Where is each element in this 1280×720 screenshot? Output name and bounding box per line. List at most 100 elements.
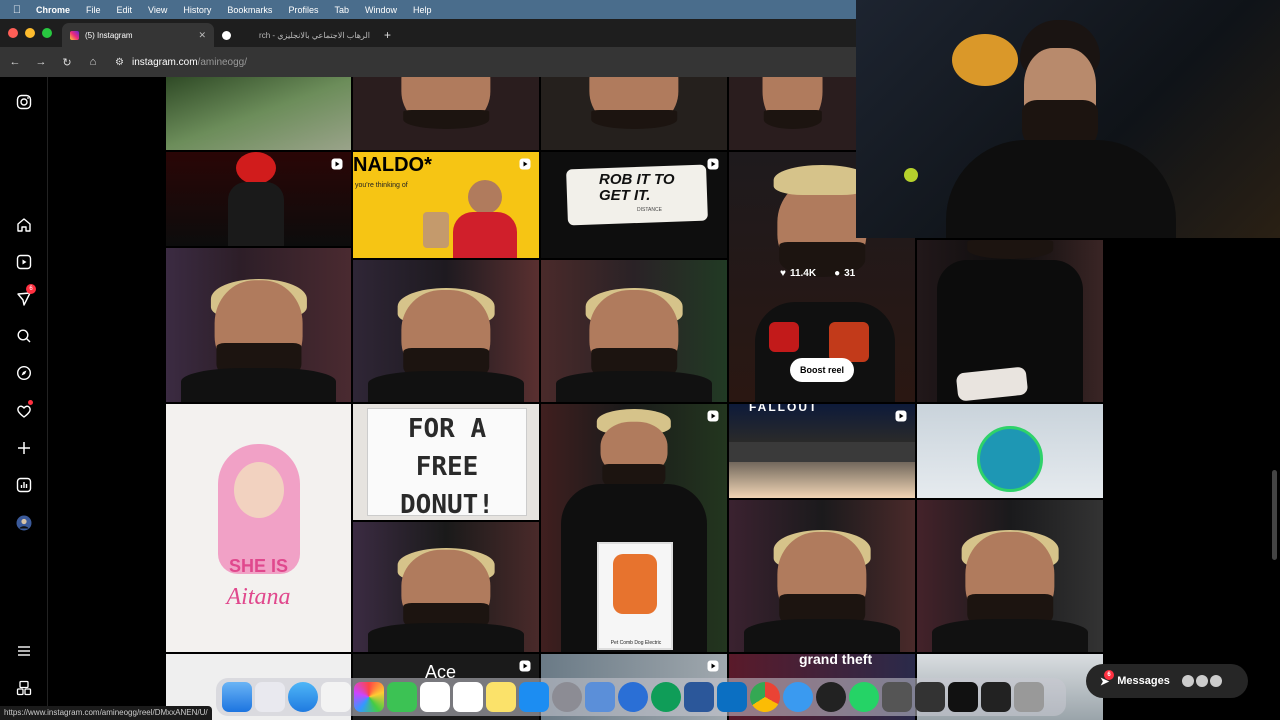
word-app-icon[interactable] bbox=[684, 682, 714, 712]
preview-app-icon[interactable] bbox=[585, 682, 615, 712]
chatgpt-app-icon[interactable] bbox=[651, 682, 681, 712]
new-tab-icon[interactable]: + bbox=[378, 28, 399, 47]
reel-thumbnail[interactable] bbox=[917, 404, 1103, 498]
reel-thumbnail[interactable]: NALDO* you're thinking of bbox=[353, 152, 539, 258]
facetime-app-icon[interactable] bbox=[387, 682, 417, 712]
window-thumbnail-icon[interactable] bbox=[948, 682, 978, 712]
window-thumbnail-icon[interactable] bbox=[981, 682, 1011, 712]
macos-menu-bar:  Chrome File Edit View History Bookmark… bbox=[0, 0, 856, 19]
page-scrollbar[interactable] bbox=[1272, 470, 1277, 560]
menu-profiles[interactable]: Profiles bbox=[280, 5, 326, 15]
reel-thumbnail[interactable]: FALLOUT bbox=[729, 404, 915, 498]
menu-history[interactable]: History bbox=[175, 5, 219, 15]
apple-icon[interactable]:  bbox=[6, 4, 28, 16]
url-field[interactable]: ⚙ instagram.com/amineogg/ bbox=[115, 57, 247, 68]
window-controls bbox=[0, 28, 62, 47]
reel-thumbnail[interactable] bbox=[353, 77, 539, 150]
reel-thumbnail[interactable] bbox=[166, 77, 351, 150]
reel-thumbnail[interactable] bbox=[729, 77, 856, 150]
instagram-sidebar: 6 bbox=[0, 77, 48, 720]
reel-thumbnail[interactable] bbox=[729, 500, 915, 652]
reels-nav-icon[interactable] bbox=[16, 254, 32, 270]
minimize-window-button[interactable] bbox=[25, 28, 35, 38]
message-avatars bbox=[1181, 675, 1222, 687]
home-nav-icon[interactable] bbox=[16, 217, 32, 233]
pet-comb-caption: Pet Comb Dog Electric bbox=[610, 640, 662, 646]
photos-app-icon[interactable] bbox=[354, 682, 384, 712]
reel-thumbnail[interactable]: SHE IS Aitana bbox=[166, 404, 351, 652]
search-icon[interactable] bbox=[16, 328, 32, 344]
close-window-button[interactable] bbox=[8, 28, 18, 38]
reel-thumbnail[interactable] bbox=[917, 240, 1103, 402]
reel-thumbnail[interactable] bbox=[353, 260, 539, 402]
menu-app-name[interactable]: Chrome bbox=[28, 5, 78, 15]
menu-help[interactable]: Help bbox=[405, 5, 440, 15]
free-donut-text: FOR A FREE DONUT! bbox=[400, 414, 494, 520]
reel-hover-stats: ♥ 11.4K ● 31 bbox=[780, 268, 855, 279]
insights-chart-icon[interactable] bbox=[16, 477, 32, 493]
reel-thumbnail[interactable]: FOR A FREE DONUT! bbox=[353, 404, 539, 520]
reel-thumbnail[interactable]: Pet Comb Dog Electric bbox=[541, 404, 727, 652]
tab-instagram[interactable]: (5) Instagram ✕ bbox=[62, 23, 214, 47]
menu-file[interactable]: File bbox=[78, 5, 109, 15]
zoom-window-button[interactable] bbox=[42, 28, 52, 38]
reel-thumbnail[interactable] bbox=[541, 260, 727, 402]
system-settings-app-icon[interactable] bbox=[552, 682, 582, 712]
boost-reel-button[interactable]: Boost reel bbox=[790, 358, 854, 382]
threads-icon[interactable] bbox=[16, 680, 32, 696]
reload-icon[interactable]: ↻ bbox=[61, 56, 73, 69]
download-app-icon[interactable] bbox=[783, 682, 813, 712]
more-menu-icon[interactable] bbox=[16, 643, 32, 659]
launchpad-app-icon[interactable] bbox=[255, 682, 285, 712]
menu-bookmarks[interactable]: Bookmarks bbox=[219, 5, 280, 15]
calendar-app-icon[interactable] bbox=[420, 682, 450, 712]
outlook-app-icon[interactable] bbox=[717, 682, 747, 712]
likes-count: 11.4K bbox=[789, 268, 817, 279]
google-favicon-icon bbox=[222, 30, 231, 40]
finder-app-icon[interactable] bbox=[222, 682, 252, 712]
menu-view[interactable]: View bbox=[140, 5, 175, 15]
menu-tab[interactable]: Tab bbox=[326, 5, 357, 15]
comment-icon: ● bbox=[834, 268, 841, 279]
menu-window[interactable]: Window bbox=[357, 5, 405, 15]
capcut-app-icon[interactable] bbox=[618, 682, 648, 712]
explore-compass-icon[interactable] bbox=[16, 365, 32, 381]
close-tab-icon[interactable]: ✕ bbox=[198, 30, 206, 41]
home-icon[interactable]: ⌂ bbox=[87, 56, 99, 68]
maps-app-icon[interactable] bbox=[321, 682, 351, 712]
create-plus-icon[interactable] bbox=[16, 440, 32, 456]
reel-thumbnail[interactable] bbox=[917, 500, 1103, 652]
messages-nav-icon[interactable]: 6 bbox=[16, 284, 36, 307]
notifications-heart-icon[interactable] bbox=[16, 400, 33, 419]
menu-edit[interactable]: Edit bbox=[109, 5, 141, 15]
app-store-icon[interactable] bbox=[519, 682, 549, 712]
chrome-app-icon[interactable] bbox=[750, 682, 780, 712]
reel-indicator-icon bbox=[331, 158, 343, 170]
reel-thumbnail[interactable]: ROB IT TO GET IT. DISTANCE bbox=[541, 152, 727, 258]
window-thumbnail-icon[interactable] bbox=[915, 682, 945, 712]
trash-app-icon[interactable] bbox=[1014, 682, 1044, 712]
link-status-bar: https://www.instagram.com/amineogg/reel/… bbox=[0, 706, 212, 720]
messages-label: Messages bbox=[1117, 675, 1170, 687]
reel-thumbnail[interactable] bbox=[166, 152, 351, 246]
webcam-overlay bbox=[856, 0, 1280, 238]
messages-button[interactable]: ➤ 6 Messages bbox=[1086, 664, 1248, 698]
reminders-app-icon[interactable] bbox=[453, 682, 483, 712]
profile-avatar-icon[interactable] bbox=[16, 515, 32, 531]
reel-indicator-icon bbox=[519, 660, 531, 672]
back-icon[interactable]: ← bbox=[9, 56, 21, 68]
site-settings-icon[interactable]: ⚙ bbox=[115, 57, 124, 68]
clock-app-icon[interactable] bbox=[816, 682, 846, 712]
instagram-logo-icon[interactable] bbox=[16, 94, 32, 110]
forward-icon[interactable]: → bbox=[35, 56, 47, 68]
reel-thumbnail[interactable] bbox=[353, 522, 539, 652]
reel-thumbnail[interactable] bbox=[541, 77, 727, 150]
ronaldo-headline: NALDO* bbox=[353, 154, 432, 176]
safari-app-icon[interactable] bbox=[288, 682, 318, 712]
reel-indicator-icon bbox=[895, 410, 907, 422]
whatsapp-app-icon[interactable] bbox=[849, 682, 879, 712]
window-thumbnail-icon[interactable] bbox=[882, 682, 912, 712]
reel-thumbnail[interactable] bbox=[166, 248, 351, 402]
notes-app-icon[interactable] bbox=[486, 682, 516, 712]
tab-google[interactable]: الرهاب الاجتماعي بالانجليزي - rch bbox=[214, 23, 378, 47]
